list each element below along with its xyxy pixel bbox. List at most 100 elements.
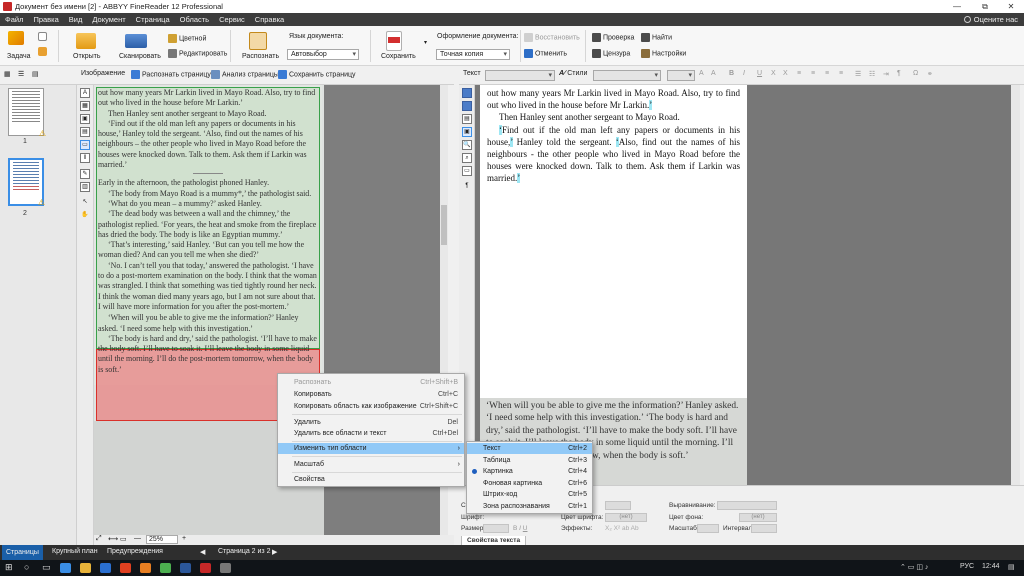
- style-select[interactable]: [485, 70, 555, 81]
- recognized-text-body[interactable]: out how many years Mr Larkin lived in Ma…: [487, 87, 740, 185]
- censor-button[interactable]: Цензура: [592, 49, 630, 58]
- subscript-button[interactable]: X: [783, 70, 788, 77]
- scanner-icon[interactable]: [125, 34, 147, 48]
- page-view-icon[interactable]: [462, 101, 472, 111]
- open-folder-icon[interactable]: [76, 33, 96, 49]
- finereader-icon[interactable]: [200, 563, 211, 573]
- recognition-area-tool-icon[interactable]: ▭: [80, 140, 90, 150]
- underline-button[interactable]: U: [757, 70, 762, 77]
- opera-icon[interactable]: [120, 563, 131, 573]
- omega-button[interactable]: Ω: [913, 70, 918, 77]
- bold-small-button[interactable]: B I U: [513, 525, 527, 532]
- zoom-in-button[interactable]: +: [182, 535, 186, 542]
- close-button[interactable]: ✕: [1000, 0, 1022, 13]
- size-input[interactable]: [483, 524, 509, 533]
- menu-copy[interactable]: Копировать Ctrl+C: [278, 389, 464, 400]
- explorer-icon[interactable]: [80, 563, 91, 573]
- menu-delete[interactable]: Удалить Del: [278, 417, 464, 428]
- bg-picture-tool-icon[interactable]: ▤: [80, 127, 90, 137]
- menu-recognize[interactable]: Распознать Ctrl+Shift+B: [278, 377, 464, 388]
- st-box[interactable]: [605, 501, 631, 510]
- menu-change-area-type[interactable]: Изменить тип области ›: [278, 443, 464, 454]
- font-color-box[interactable]: (нет): [605, 513, 647, 522]
- bg-color-box[interactable]: (нет): [739, 513, 777, 522]
- find-text-icon[interactable]: ⌕: [462, 153, 472, 163]
- view-list-icon[interactable]: ☰: [18, 70, 24, 78]
- recognize-button[interactable]: Распознать: [242, 53, 279, 60]
- submenu-bg-picture[interactable]: Фоновая картинка Ctrl+6: [467, 478, 592, 489]
- scan-button[interactable]: Сканировать: [119, 53, 161, 60]
- submenu-recognition-zone[interactable]: Зона распознавания Ctrl+1: [467, 501, 592, 512]
- menu-edit[interactable]: Правка: [28, 15, 63, 24]
- size-select[interactable]: [667, 70, 695, 81]
- edit-area-tool-icon[interactable]: ✎: [80, 169, 90, 179]
- app-icon-misc[interactable]: [220, 563, 231, 573]
- restore-button[interactable]: Восстановить: [524, 33, 580, 42]
- interval-input[interactable]: [751, 524, 777, 533]
- layout-icon[interactable]: ▤: [462, 114, 472, 124]
- zoom-out-button[interactable]: —: [134, 535, 141, 542]
- submenu-table[interactable]: Таблица Ctrl+3: [467, 455, 592, 466]
- shrink-font-button[interactable]: A: [711, 70, 716, 77]
- menu-page[interactable]: Страница: [131, 15, 175, 24]
- table-area-tool-icon[interactable]: ▦: [80, 101, 90, 111]
- maximize-button[interactable]: ⧉: [974, 0, 996, 13]
- align-center-icon[interactable]: ≡: [811, 70, 815, 77]
- folder-small-icon[interactable]: [38, 47, 47, 56]
- ruler-icon[interactable]: ▭: [462, 166, 472, 176]
- task-view-icon[interactable]: ▭: [42, 562, 51, 573]
- recognized-text[interactable]: out how many years Mr Larkin lived in Ma…: [487, 88, 740, 110]
- format-select[interactable]: Точная копия: [436, 49, 510, 60]
- menu-file[interactable]: Файл: [0, 15, 28, 24]
- clock[interactable]: 12:44: [982, 563, 1000, 570]
- word-icon[interactable]: [180, 563, 191, 573]
- chrome-icon[interactable]: [160, 563, 171, 573]
- settings-button[interactable]: Настройки: [641, 49, 686, 58]
- numbered-list-icon[interactable]: ☷: [869, 70, 875, 78]
- zoom-select[interactable]: 25%: [146, 535, 179, 544]
- text-view-icon[interactable]: [462, 88, 472, 98]
- open-button[interactable]: Открыть: [73, 53, 101, 60]
- actual-size-icon[interactable]: ▭: [120, 535, 127, 543]
- windows-start-icon[interactable]: ⊞: [5, 562, 13, 573]
- image-mode-icon[interactable]: ▣: [462, 127, 472, 137]
- menu-view[interactable]: Вид: [64, 15, 88, 24]
- superscript-button[interactable]: X: [771, 70, 776, 77]
- edit-image-button[interactable]: Редактировать: [168, 49, 227, 58]
- menu-help[interactable]: Справка: [250, 15, 289, 24]
- menu-area[interactable]: Область: [175, 15, 214, 24]
- notifications-icon[interactable]: ▤: [1008, 563, 1015, 571]
- recognized-text[interactable]: Hanley told the sergeant.: [513, 137, 616, 147]
- next-page-icon[interactable]: ▶: [272, 548, 277, 556]
- text-paragraph[interactable]: ‘Find out if the old man left any papers…: [487, 124, 740, 185]
- styles-button[interactable]: A∕ Стили: [559, 70, 587, 77]
- save-dropdown-arrow[interactable]: ▾: [424, 39, 427, 46]
- pages-tab[interactable]: Страницы: [2, 545, 43, 560]
- bold-button[interactable]: B: [729, 70, 734, 77]
- scale-input[interactable]: [697, 524, 719, 533]
- indent-icon[interactable]: ⇥: [883, 70, 889, 78]
- task-wand-icon[interactable]: [8, 31, 24, 45]
- fit-width-icon[interactable]: ⟷: [108, 535, 118, 543]
- alignment-box[interactable]: [717, 501, 777, 510]
- page-thumbnail-selected[interactable]: ⚠: [8, 158, 45, 207]
- link-icon[interactable]: ⚭: [927, 70, 933, 78]
- recognize-page-button[interactable]: Распознать страницу: [131, 70, 211, 79]
- menu-copy-as-image[interactable]: Копировать область как изображение Ctrl+S…: [278, 401, 464, 412]
- firefox-icon[interactable]: [140, 563, 151, 573]
- save-button[interactable]: Сохранить: [381, 53, 416, 60]
- align-left-icon[interactable]: ≡: [797, 70, 801, 77]
- new-doc-icon[interactable]: [38, 32, 47, 41]
- list-icon[interactable]: ☰: [855, 70, 861, 78]
- italic-button[interactable]: I: [743, 70, 745, 77]
- grow-font-button[interactable]: A: [699, 70, 704, 77]
- submenu-picture[interactable]: Картинка Ctrl+4: [467, 466, 592, 477]
- tray-icons[interactable]: ⌃ ▭ ◫ ♪: [900, 563, 928, 571]
- search-icon[interactable]: ○: [24, 562, 29, 572]
- view-details-icon[interactable]: ▤: [32, 70, 39, 78]
- edge-icon[interactable]: [60, 563, 71, 573]
- view-grid-icon[interactable]: ▦: [4, 70, 11, 78]
- check-button[interactable]: Проверка: [592, 33, 634, 42]
- save-page-button[interactable]: Сохранить страницу: [278, 70, 356, 79]
- analyze-page-button[interactable]: Анализ страницы: [211, 70, 279, 79]
